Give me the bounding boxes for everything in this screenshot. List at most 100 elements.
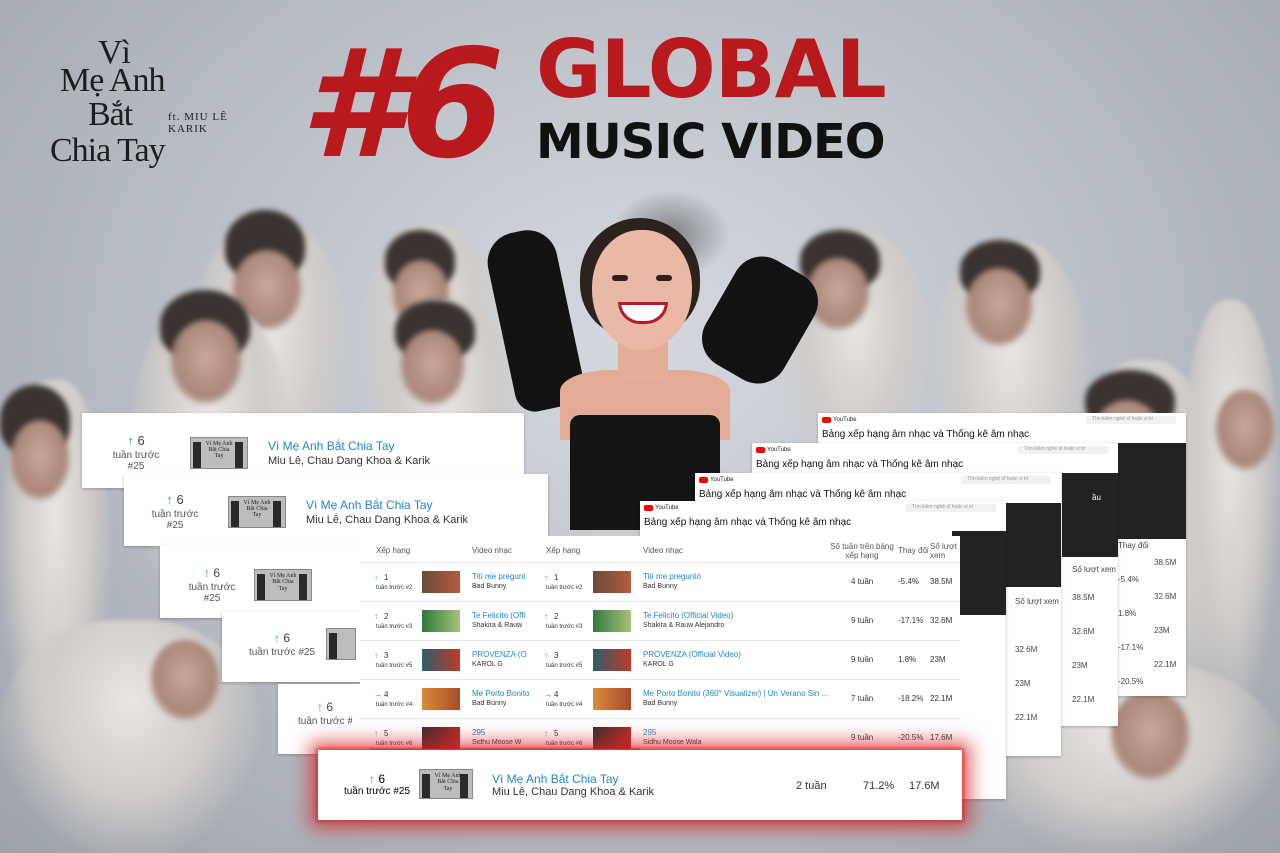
up-arrow-icon: ↑: [544, 573, 548, 582]
row-title-link[interactable]: Te Felicito (Offi: [472, 611, 525, 620]
up-arrow-icon: ↑: [316, 700, 323, 714]
row-title-link[interactable]: Tití me preguntó: [643, 572, 701, 581]
row-thumbnail: [593, 610, 631, 632]
up-arrow-icon: ↑: [273, 630, 280, 645]
highlight-artist: Miu Lê, Chau Dang Khoa & Karik: [492, 786, 655, 798]
highlight-prev-week: tuần trước #25: [343, 786, 411, 797]
video-thumbnail: Vì Mẹ Anh Bắt Chia Tay: [419, 769, 473, 799]
entry-artist: Miu Lê, Chau Dang Khoa & Karik: [306, 513, 469, 526]
row-change: 1.8%: [898, 655, 917, 664]
row-title-link[interactable]: Te Felicito (Official Video): [643, 611, 733, 620]
row-rank: 1: [554, 573, 559, 582]
row-weeks: 7 tuần: [851, 694, 874, 703]
table-row[interactable]: ↑ 1 tuần trước #2 Tití me pregunt Bad Bunny ↑…: [360, 562, 960, 601]
up-arrow-icon: ↑: [374, 651, 378, 660]
row-change: -5.4%: [898, 577, 919, 586]
row-artist: KAROL G: [643, 661, 674, 668]
row-views: 23M: [930, 655, 946, 664]
row-rank: 4: [384, 690, 389, 699]
highlighted-entry[interactable]: ↑ 6 tuần trước #25 Vì Mẹ Anh Bắt Chia Ta…: [318, 750, 962, 820]
row-artist: KAROL G: [472, 661, 503, 668]
up-arrow-icon: ↑: [374, 573, 378, 582]
row-thumbnail: [422, 688, 460, 710]
row-title-link[interactable]: PROVENZA (O: [472, 650, 527, 659]
up-arrow-icon: ↑: [127, 433, 134, 448]
up-arrow-icon: ↑: [203, 566, 210, 580]
entry-title-link[interactable]: Vì Mẹ Anh Bắt Chia Tay: [306, 498, 468, 512]
table-row[interactable]: ↑ 2 tuần trước #3 Te Felicito (Offi Shakira …: [360, 601, 960, 640]
header-video: Video nhạc: [472, 546, 512, 555]
right-arrow-icon: →: [544, 690, 552, 699]
header-views: Số lượt xem: [930, 542, 957, 560]
headline-number: #6: [300, 18, 505, 192]
row-prev: tuần trước #6: [376, 741, 413, 747]
highlight-views: 17.6M: [909, 780, 940, 792]
video-thumbnail: [326, 628, 356, 660]
entry-prev-week: tuần trước #25: [112, 450, 160, 472]
up-arrow-icon: ↑: [166, 492, 173, 507]
entry-rank: 6: [213, 566, 221, 580]
row-prev: tuần trước #3: [546, 624, 583, 630]
row-thumbnail: [593, 571, 631, 593]
row-rank: 5: [554, 729, 559, 738]
headline-global: GLOBAL: [536, 23, 887, 116]
row-change: -20.5%: [898, 733, 924, 742]
dark-panel: [952, 531, 1006, 615]
entry-rank: 6: [137, 433, 145, 448]
youtube-logo-icon: [756, 447, 765, 453]
entry-title-link[interactable]: Vì Mẹ Anh Bắt Chia Tay: [268, 439, 430, 453]
highlight-title-link[interactable]: Vì Mẹ Anh Bắt Chia Tay: [492, 772, 619, 786]
row-thumbnail: [593, 649, 631, 671]
row-prev: tuần trước #5: [546, 663, 583, 669]
row-thumbnail: [422, 571, 460, 593]
row-title-link[interactable]: PROVENZA (Official Video): [643, 650, 741, 659]
chart-page-title: Bảng xếp hạng âm nhạc và Thống kê âm nhạ…: [644, 517, 852, 528]
up-arrow-icon: ↑: [374, 612, 378, 621]
row-artist: Bad Bunny: [472, 700, 507, 707]
row-title-link[interactable]: Tití me pregunt: [472, 572, 526, 581]
row-title-link[interactable]: Me Porto Bonito: [472, 689, 529, 698]
youtube-logo-icon: [644, 505, 653, 511]
row-rank: 5: [384, 729, 389, 738]
row-rank: 2: [384, 612, 389, 621]
entry-prev-week: tuần trước #25: [188, 582, 236, 604]
header-weeks: Số tuần trên bảng xếp hạng: [830, 542, 894, 560]
highlight-weeks: 2 tuần: [796, 780, 827, 792]
row-views: 38.5M: [930, 577, 953, 586]
row-artist: Shakira & Rauw: [472, 622, 523, 629]
row-prev: tuần trước #3: [376, 624, 413, 630]
row-title-link[interactable]: Me Porto Bonito (360° Visualizer) | Un V…: [643, 689, 828, 698]
entry-artist: Miu Lê, Chau Dang Khoa & Karik: [268, 454, 431, 467]
logo-line-3: Bắt: [88, 96, 133, 133]
row-title-link[interactable]: 295: [472, 728, 485, 737]
dark-panel: [1062, 473, 1118, 557]
row-artist: Shakira & Rauw Alejandro: [643, 622, 725, 629]
up-arrow-icon: ↑: [544, 729, 548, 738]
row-weeks: 4 tuần: [851, 577, 874, 586]
row-artist: Bad Bunny: [643, 583, 678, 590]
logo-line-2: Mẹ Anh: [60, 62, 165, 99]
dark-panel: [1116, 443, 1186, 539]
chart-search-input[interactable]: Tìm kiếm nghệ sĩ hoặc vi trí: [906, 504, 996, 512]
table-row[interactable]: → 4 tuần trước #4 Me Porto Bonito Bad Bunny →…: [360, 679, 960, 718]
entry-card-3[interactable]: ↑ 6 tuần trước #25 Vì Mẹ Anh Bắt Chia Tay: [160, 546, 370, 618]
entry-card-5[interactable]: ↑ 6 tuần trước #25: [278, 684, 370, 754]
logo-line-4: Chia Tay: [50, 132, 166, 169]
row-thumbnail: [422, 649, 460, 671]
entry-card-4[interactable]: ↑ 6 tuần trước #25: [222, 612, 370, 682]
header-rank-2: Xếp hạng: [546, 546, 581, 555]
entry-prev-week: tuần trước #25: [248, 646, 316, 658]
table-row[interactable]: ↑ 3 tuần trước #5 PROVENZA (O KAROL G ↑ 3 tuần …: [360, 640, 960, 679]
row-prev: tuần trước #2: [546, 585, 583, 591]
row-artist: Bad Bunny: [472, 583, 507, 590]
up-arrow-icon: ↑: [374, 729, 378, 738]
row-prev: tuần trước #2: [376, 585, 413, 591]
header-change: Thay đổi: [898, 546, 929, 555]
entry-prev-week: tuần trước #25: [298, 716, 352, 727]
entry-rank: 6: [176, 492, 184, 507]
youtube-logo-icon: [699, 477, 708, 483]
row-prev: tuần trước #5: [376, 663, 413, 669]
youtube-logo-icon: [822, 417, 831, 423]
row-views: 17.6M: [930, 733, 953, 742]
row-title-link[interactable]: 295: [643, 728, 656, 737]
